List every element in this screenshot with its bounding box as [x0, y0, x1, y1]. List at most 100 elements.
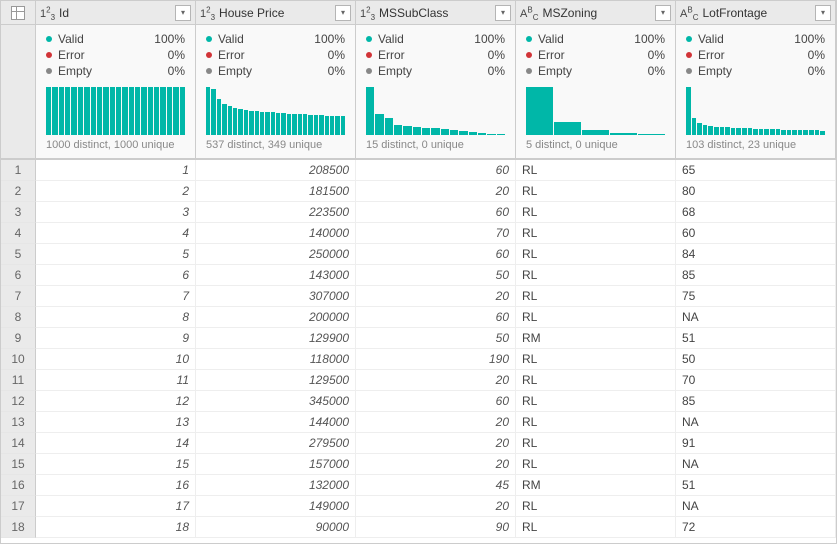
- cell[interactable]: 132000: [196, 475, 356, 496]
- cell[interactable]: NA: [676, 412, 836, 433]
- cell[interactable]: 51: [676, 328, 836, 349]
- cell[interactable]: 345000: [196, 391, 356, 412]
- cell[interactable]: 90: [356, 517, 516, 538]
- filter-dropdown-icon[interactable]: ▾: [175, 5, 191, 21]
- row-number[interactable]: 7: [1, 286, 36, 307]
- row-number[interactable]: 3: [1, 202, 36, 223]
- cell[interactable]: 5: [36, 244, 196, 265]
- cell[interactable]: RL: [516, 223, 676, 244]
- row-number[interactable]: 4: [1, 223, 36, 244]
- text-type-icon[interactable]: ABC: [680, 6, 702, 20]
- column-header[interactable]: 123MSSubClass▾: [356, 1, 516, 25]
- row-number[interactable]: 10: [1, 349, 36, 370]
- cell[interactable]: 85: [676, 391, 836, 412]
- cell[interactable]: 16: [36, 475, 196, 496]
- cell[interactable]: 20: [356, 370, 516, 391]
- cell[interactable]: 68: [676, 202, 836, 223]
- distribution-histogram[interactable]: [686, 85, 825, 135]
- cell[interactable]: 14: [36, 433, 196, 454]
- cell[interactable]: RL: [516, 454, 676, 475]
- cell[interactable]: 279500: [196, 433, 356, 454]
- cell[interactable]: 4: [36, 223, 196, 244]
- cell[interactable]: 3: [36, 202, 196, 223]
- cell[interactable]: 70: [356, 223, 516, 244]
- row-number[interactable]: 9: [1, 328, 36, 349]
- cell[interactable]: RL: [516, 412, 676, 433]
- cell[interactable]: RL: [516, 307, 676, 328]
- row-number[interactable]: 5: [1, 244, 36, 265]
- cell[interactable]: 20: [356, 412, 516, 433]
- cell[interactable]: NA: [676, 496, 836, 517]
- cell[interactable]: 70: [676, 370, 836, 391]
- column-header[interactable]: ABCMSZoning▾: [516, 1, 676, 25]
- cell[interactable]: 17: [36, 496, 196, 517]
- row-number[interactable]: 16: [1, 475, 36, 496]
- row-number[interactable]: 11: [1, 370, 36, 391]
- filter-dropdown-icon[interactable]: ▾: [655, 5, 671, 21]
- number-type-icon[interactable]: 123: [360, 6, 379, 20]
- cell[interactable]: 12: [36, 391, 196, 412]
- cell[interactable]: 8: [36, 307, 196, 328]
- cell[interactable]: 129500: [196, 370, 356, 391]
- cell[interactable]: 18: [36, 517, 196, 538]
- cell[interactable]: 50: [356, 265, 516, 286]
- distribution-histogram[interactable]: [526, 85, 665, 135]
- cell[interactable]: 208500: [196, 160, 356, 181]
- filter-dropdown-icon[interactable]: ▾: [815, 5, 831, 21]
- cell[interactable]: 20: [356, 181, 516, 202]
- cell[interactable]: 129900: [196, 328, 356, 349]
- cell[interactable]: RL: [516, 391, 676, 412]
- cell[interactable]: 11: [36, 370, 196, 391]
- cell[interactable]: 6: [36, 265, 196, 286]
- column-header[interactable]: 123House Price▾: [196, 1, 356, 25]
- row-number[interactable]: 8: [1, 307, 36, 328]
- column-header[interactable]: 123Id▾: [36, 1, 196, 25]
- cell[interactable]: RM: [516, 328, 676, 349]
- cell[interactable]: 84: [676, 244, 836, 265]
- cell[interactable]: 143000: [196, 265, 356, 286]
- cell[interactable]: 85: [676, 265, 836, 286]
- cell[interactable]: 80: [676, 181, 836, 202]
- row-number[interactable]: 17: [1, 496, 36, 517]
- cell[interactable]: 50: [676, 349, 836, 370]
- cell[interactable]: NA: [676, 454, 836, 475]
- cell[interactable]: RL: [516, 496, 676, 517]
- cell[interactable]: RL: [516, 244, 676, 265]
- cell[interactable]: 20: [356, 433, 516, 454]
- cell[interactable]: 7: [36, 286, 196, 307]
- cell[interactable]: RL: [516, 202, 676, 223]
- cell[interactable]: 181500: [196, 181, 356, 202]
- cell[interactable]: 200000: [196, 307, 356, 328]
- cell[interactable]: 50: [356, 328, 516, 349]
- row-number[interactable]: 13: [1, 412, 36, 433]
- cell[interactable]: RL: [516, 160, 676, 181]
- cell[interactable]: 60: [356, 202, 516, 223]
- cell[interactable]: 190: [356, 349, 516, 370]
- cell[interactable]: RL: [516, 433, 676, 454]
- cell[interactable]: 15: [36, 454, 196, 475]
- cell[interactable]: 45: [356, 475, 516, 496]
- cell[interactable]: 60: [676, 223, 836, 244]
- cell[interactable]: 75: [676, 286, 836, 307]
- cell[interactable]: 2: [36, 181, 196, 202]
- distribution-histogram[interactable]: [206, 85, 345, 135]
- number-type-icon[interactable]: 123: [200, 6, 219, 20]
- cell[interactable]: 51: [676, 475, 836, 496]
- table-corner[interactable]: [1, 1, 36, 25]
- filter-dropdown-icon[interactable]: ▾: [495, 5, 511, 21]
- row-number[interactable]: 1: [1, 160, 36, 181]
- row-number[interactable]: 18: [1, 517, 36, 538]
- cell[interactable]: 20: [356, 454, 516, 475]
- cell[interactable]: 157000: [196, 454, 356, 475]
- cell[interactable]: 250000: [196, 244, 356, 265]
- row-number[interactable]: 14: [1, 433, 36, 454]
- cell[interactable]: RL: [516, 286, 676, 307]
- cell[interactable]: 65: [676, 160, 836, 181]
- cell[interactable]: 72: [676, 517, 836, 538]
- text-type-icon[interactable]: ABC: [520, 6, 542, 20]
- cell[interactable]: 140000: [196, 223, 356, 244]
- cell[interactable]: 60: [356, 307, 516, 328]
- distribution-histogram[interactable]: [46, 85, 185, 135]
- cell[interactable]: 60: [356, 244, 516, 265]
- row-number[interactable]: 12: [1, 391, 36, 412]
